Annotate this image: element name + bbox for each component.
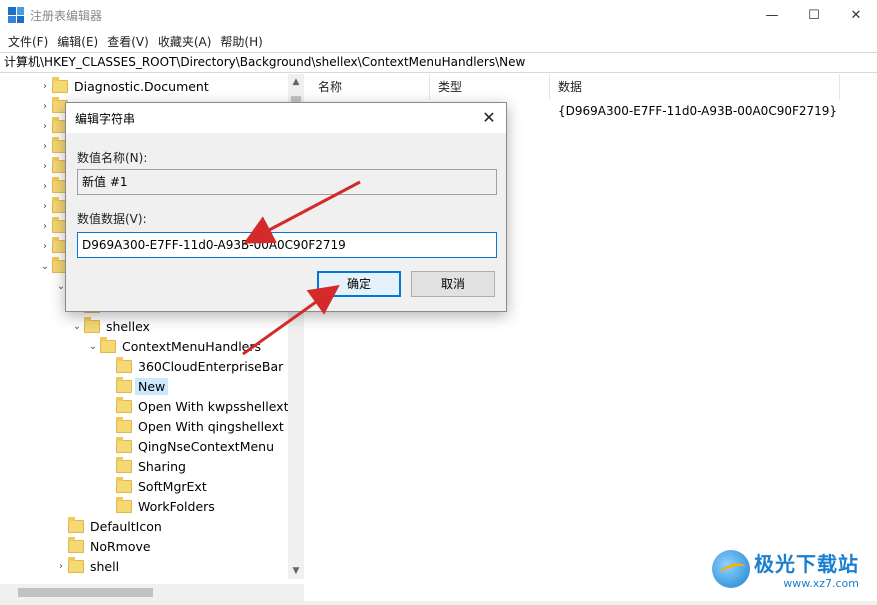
- tree-item-label: shellex: [106, 318, 150, 334]
- dialog-close-icon[interactable]: ✕: [480, 109, 498, 127]
- chevron-right-icon[interactable]: ›: [38, 221, 52, 232]
- menu-favorites[interactable]: 收藏夹(A): [154, 33, 216, 50]
- folder-icon: [68, 536, 84, 553]
- folder-icon: [84, 316, 100, 333]
- regedit-icon: [8, 7, 24, 23]
- column-name[interactable]: 名称: [310, 74, 430, 100]
- hscroll-thumb[interactable]: [18, 588, 153, 597]
- window-title: 注册表编辑器: [30, 8, 103, 23]
- folder-icon: [116, 436, 132, 453]
- watermark-sub-text: www.xz7.com: [783, 577, 859, 590]
- tree-item-label: Sharing: [138, 458, 186, 474]
- tree-item[interactable]: NoRmove: [54, 536, 151, 556]
- folder-icon: [116, 496, 132, 513]
- value-data-label: 数值数据(V):: [77, 212, 147, 226]
- folder-icon: [68, 556, 84, 573]
- tree-item-label: QingNseContextMenu: [138, 438, 275, 454]
- tree-item[interactable]: WorkFolders: [102, 496, 215, 516]
- tree-item[interactable]: 360CloudEnterpriseBar: [102, 356, 283, 376]
- tree-item[interactable]: ⌄ shellex: [70, 316, 150, 336]
- tree-item-label: Open With qingshellext: [138, 418, 284, 434]
- tree-item-label: NoRmove: [90, 538, 151, 554]
- tree-item[interactable]: Open With qingshellext: [102, 416, 284, 436]
- column-type[interactable]: 类型: [430, 74, 550, 100]
- folder-icon: [116, 356, 132, 373]
- tree-item[interactable]: Open With kwpsshellext: [102, 396, 288, 416]
- chevron-right-icon[interactable]: ›: [38, 201, 52, 212]
- column-data[interactable]: 数据: [550, 74, 840, 100]
- folder-icon: [52, 76, 68, 93]
- cancel-button[interactable]: 取消: [411, 271, 495, 297]
- folder-icon: [68, 516, 84, 533]
- chevron-right-icon[interactable]: ›: [38, 181, 52, 192]
- chevron-right-icon[interactable]: ›: [38, 121, 52, 132]
- tree-horizontal-scrollbar[interactable]: [0, 584, 304, 601]
- folder-icon: [116, 456, 132, 473]
- chevron-right-icon[interactable]: ›: [54, 561, 68, 572]
- tree-item[interactable]: › shell: [54, 556, 119, 576]
- chevron-right-icon[interactable]: ›: [38, 161, 52, 172]
- tree-item[interactable]: SoftMgrExt: [102, 476, 207, 496]
- chevron-right-icon[interactable]: ›: [38, 101, 52, 112]
- tree-item-label: ContextMenuHandlers: [122, 338, 262, 354]
- chevron-right-icon[interactable]: ›: [38, 241, 52, 252]
- maximize-button[interactable]: ☐: [793, 0, 835, 30]
- tree-item[interactable]: DefaultIcon: [54, 516, 162, 536]
- tree-item-label: New: [135, 377, 169, 395]
- column-header: 名称 类型 数据: [310, 74, 840, 100]
- title-bar: 注册表编辑器 — ☐ ✕: [0, 0, 877, 30]
- tree-item[interactable]: New: [102, 376, 169, 396]
- minimize-button[interactable]: —: [751, 0, 793, 30]
- watermark: 极光下载站 www.xz7.com: [712, 548, 859, 590]
- folder-icon: [116, 376, 132, 393]
- scroll-down-icon[interactable]: ▼: [288, 563, 304, 579]
- ok-button[interactable]: 确定: [317, 271, 401, 297]
- tree-item[interactable]: Sharing: [102, 456, 186, 476]
- folder-icon: [116, 396, 132, 413]
- scroll-up-icon[interactable]: ▲: [288, 74, 304, 90]
- address-bar[interactable]: 计算机\HKEY_CLASSES_ROOT\Directory\Backgrou…: [0, 52, 877, 73]
- tree-item-label: WorkFolders: [138, 498, 215, 514]
- menu-edit[interactable]: 编辑(E): [53, 33, 102, 50]
- folder-icon: [116, 416, 132, 433]
- menu-view[interactable]: 查看(V): [103, 33, 153, 50]
- tree-item-label: SoftMgrExt: [138, 478, 207, 494]
- watermark-logo-icon: [712, 550, 750, 588]
- menu-bar: 文件(F) 编辑(E) 查看(V) 收藏夹(A) 帮助(H): [0, 30, 877, 52]
- tree-item-label: DefaultIcon: [90, 518, 162, 534]
- value-data: {D969A300-E7FF-11d0-A93B-00A0C90F2719}: [558, 104, 838, 118]
- chevron-down-icon[interactable]: ⌄: [86, 341, 100, 352]
- menu-help[interactable]: 帮助(H): [216, 33, 266, 50]
- edit-string-dialog: 编辑字符串 ✕ 数值名称(N): 新值 #1 数值数据(V): D969A300…: [65, 102, 507, 312]
- tree-item-label: shell: [90, 558, 120, 574]
- folder-icon: [116, 476, 132, 493]
- chevron-down-icon[interactable]: ⌄: [38, 261, 52, 272]
- dialog-title: 编辑字符串: [66, 103, 506, 133]
- watermark-main-text: 极光下载站: [754, 552, 859, 576]
- folder-icon: [100, 336, 116, 353]
- value-data-field[interactable]: D969A300-E7FF-11d0-A93B-00A0C90F2719: [77, 232, 497, 258]
- tree-item[interactable]: ⌄ ContextMenuHandlers: [86, 336, 261, 356]
- value-name-label: 数值名称(N):: [77, 151, 148, 165]
- tree-item-label: 360CloudEnterpriseBar: [138, 358, 284, 374]
- tree-item-label: Diagnostic.Document: [74, 78, 209, 94]
- value-name-field[interactable]: 新值 #1: [77, 169, 497, 195]
- tree-item-label: Open With kwpsshellext: [138, 398, 289, 414]
- status-bar: [0, 601, 877, 605]
- chevron-right-icon[interactable]: ›: [38, 81, 52, 92]
- chevron-down-icon[interactable]: ⌄: [70, 321, 84, 332]
- tree-item[interactable]: › Diagnostic.Document: [38, 76, 209, 96]
- chevron-right-icon[interactable]: ›: [38, 141, 52, 152]
- close-button[interactable]: ✕: [835, 0, 877, 30]
- menu-file[interactable]: 文件(F): [4, 33, 52, 50]
- tree-item[interactable]: QingNseContextMenu: [102, 436, 274, 456]
